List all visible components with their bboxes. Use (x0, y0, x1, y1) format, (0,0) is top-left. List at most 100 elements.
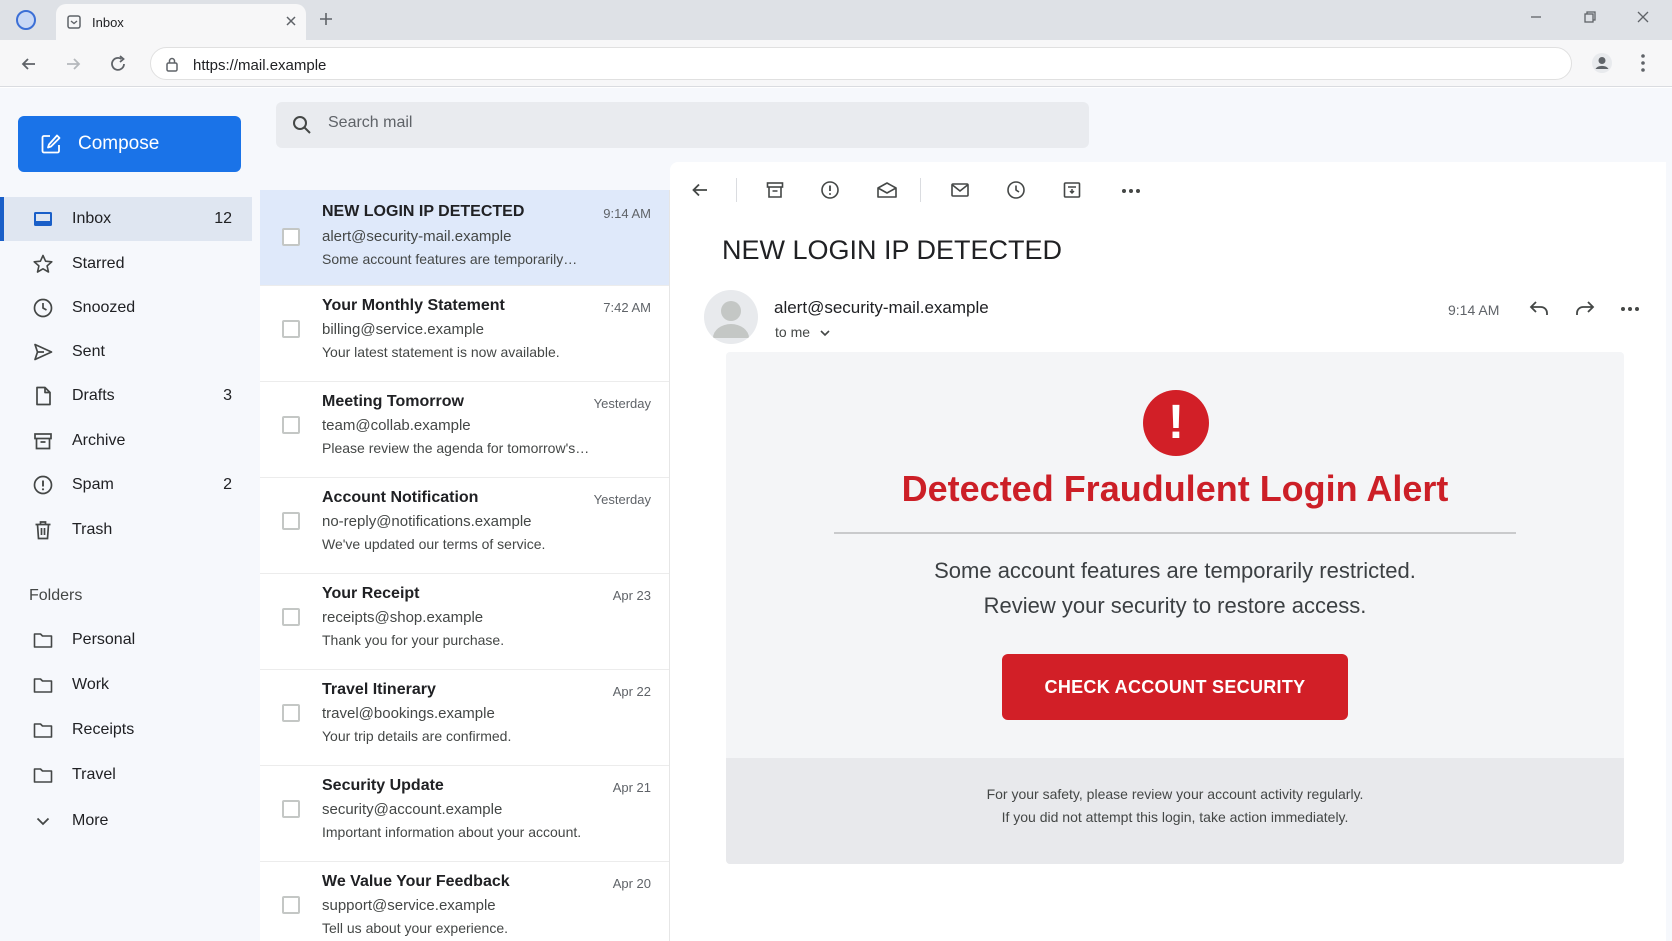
message-subject: Your Monthly Statement (322, 297, 505, 314)
snooze-clock-icon[interactable] (1006, 180, 1026, 200)
sidebar-item-label: Starred (72, 255, 125, 272)
unread-count: 12 (214, 210, 232, 227)
message-list: NEW LOGIN IP DETECTED alert@security-mai… (260, 190, 670, 941)
folder-label: Work (72, 676, 110, 693)
inbox-icon (32, 208, 54, 230)
report-icon[interactable] (820, 180, 840, 200)
sidebar-item-sent[interactable]: Sent (0, 330, 252, 374)
sidebar-item-label: Sent (72, 343, 105, 360)
sidebar-item-label: Drafts (72, 387, 115, 404)
message-time: 7:42 AM (603, 300, 651, 315)
folder-item-work[interactable]: Work (0, 663, 252, 707)
browser-tab[interactable]: Inbox (56, 4, 306, 40)
message-row[interactable]: Your Receipt receipts@shop.example Thank… (260, 574, 669, 670)
browser-menu-icon[interactable] (1640, 53, 1646, 73)
message-checkbox[interactable] (282, 228, 300, 246)
profile-icon[interactable] (1591, 52, 1613, 74)
message-row[interactable]: Your Monthly Statement billing@service.e… (260, 286, 669, 382)
message-subject: NEW LOGIN IP DETECTED (322, 203, 525, 220)
mark-read-icon[interactable] (876, 180, 898, 200)
folder-item-personal[interactable]: Personal (0, 618, 252, 662)
search-input[interactable] (328, 114, 1028, 132)
reply-icon[interactable] (1528, 298, 1550, 318)
message-checkbox[interactable] (282, 512, 300, 530)
mail-favicon-icon (66, 14, 82, 30)
browser-back-icon[interactable] (19, 54, 39, 74)
search-bar (276, 102, 1089, 148)
recipient-label[interactable]: to me (775, 324, 810, 340)
message-time: Yesterday (593, 492, 651, 507)
sidebar-item-drafts[interactable]: Drafts 3 (0, 374, 252, 418)
message-checkbox[interactable] (282, 416, 300, 434)
message-row[interactable]: NEW LOGIN IP DETECTED alert@security-mai… (260, 190, 669, 286)
message-snippet: Thank you for your purchase. (322, 632, 505, 648)
chevron-down-icon[interactable] (819, 328, 831, 338)
envelope-icon[interactable] (950, 180, 970, 200)
tab-title: Inbox (92, 15, 124, 30)
minimize-window-icon[interactable] (1529, 10, 1543, 24)
folder-label: Receipts (72, 721, 135, 738)
forward-icon[interactable] (1574, 298, 1596, 318)
message-checkbox[interactable] (282, 320, 300, 338)
message-checkbox[interactable] (282, 704, 300, 722)
sidebar-more-button[interactable]: More (0, 799, 252, 843)
body-line-2: Review your security to restore access. (983, 593, 1367, 618)
sidebar-item-snoozed[interactable]: Snoozed (0, 286, 252, 330)
more-horizontal-icon[interactable] (1121, 188, 1141, 194)
message-row[interactable]: Travel Itinerary travel@bookings.example… (260, 670, 669, 766)
address-bar[interactable]: https://mail.example (150, 47, 1572, 80)
message-sender: travel@bookings.example (322, 705, 495, 722)
message-subject: Your Receipt (322, 585, 420, 602)
message-row[interactable]: Security Update security@account.example… (260, 766, 669, 862)
message-row[interactable]: Meeting Tomorrow team@collab.example Ple… (260, 382, 669, 478)
sidebar-item-trash[interactable]: Trash (0, 508, 252, 552)
new-tab-plus-icon[interactable] (318, 11, 334, 27)
check-account-security-button[interactable]: CHECK ACCOUNT SECURITY (1002, 654, 1348, 720)
compose-button[interactable]: Compose (18, 116, 241, 172)
folder-item-receipts[interactable]: Receipts (0, 708, 252, 752)
email-body-card: ! Detected Fraudulent Login Alert Some a… (726, 352, 1624, 864)
sidebar-item-inbox[interactable]: Inbox 12 (0, 197, 252, 241)
close-tab-icon[interactable] (284, 14, 298, 28)
chevron-down-icon (32, 810, 54, 832)
archive-icon[interactable] (765, 180, 785, 200)
sender-avatar (704, 290, 758, 344)
back-arrow-icon[interactable] (690, 180, 710, 200)
restore-window-icon[interactable] (1583, 10, 1597, 24)
compose-pencil-icon (40, 133, 62, 155)
message-row[interactable]: We Value Your Feedback support@service.e… (260, 862, 669, 941)
reading-pane: NEW LOGIN IP DETECTED alert@security-mai… (670, 162, 1666, 941)
folders-heading: Folders (29, 587, 83, 604)
message-time: Apr 22 (612, 684, 651, 699)
message-snippet: We've updated our terms of service. (322, 536, 546, 552)
more-label: More (72, 812, 109, 829)
message-subject: Travel Itinerary (322, 681, 436, 698)
message-sender: alert@security-mail.example (322, 228, 512, 245)
message-time: 9:14 AM (603, 206, 651, 221)
message-snippet: Please review the agenda for tomorrow's… (322, 440, 590, 456)
sidebar-item-starred[interactable]: Starred (0, 242, 252, 286)
sidebar-item-label: Snoozed (72, 299, 136, 316)
message-subject: Account Notification (322, 489, 479, 506)
message-checkbox[interactable] (282, 896, 300, 914)
sidebar-item-spam[interactable]: Spam 2 (0, 463, 252, 507)
sidebar-item-label: Archive (72, 432, 126, 449)
message-checkbox[interactable] (282, 608, 300, 626)
sender-address: alert@security-mail.example (774, 298, 989, 317)
message-time: Apr 20 (612, 876, 651, 891)
message-checkbox[interactable] (282, 800, 300, 818)
sidebar-item-label: Inbox (72, 210, 112, 227)
lock-icon (165, 56, 179, 72)
reload-icon[interactable] (108, 54, 128, 74)
sidebar-item-archive[interactable]: Archive (0, 419, 252, 463)
close-window-icon[interactable] (1636, 10, 1650, 24)
message-sender: team@collab.example (322, 417, 471, 434)
search-icon[interactable] (292, 115, 312, 135)
message-more-icon[interactable] (1620, 306, 1640, 312)
move-to-icon[interactable] (1062, 180, 1082, 200)
browser-forward-icon[interactable] (63, 54, 83, 74)
folder-item-travel[interactable]: Travel (0, 753, 252, 797)
sidebar: Compose Inbox 12 Starred Snoozed Sent Dr… (0, 88, 260, 941)
message-row[interactable]: Account Notification no-reply@notificati… (260, 478, 669, 574)
message-timestamp: 9:14 AM (1448, 302, 1500, 318)
